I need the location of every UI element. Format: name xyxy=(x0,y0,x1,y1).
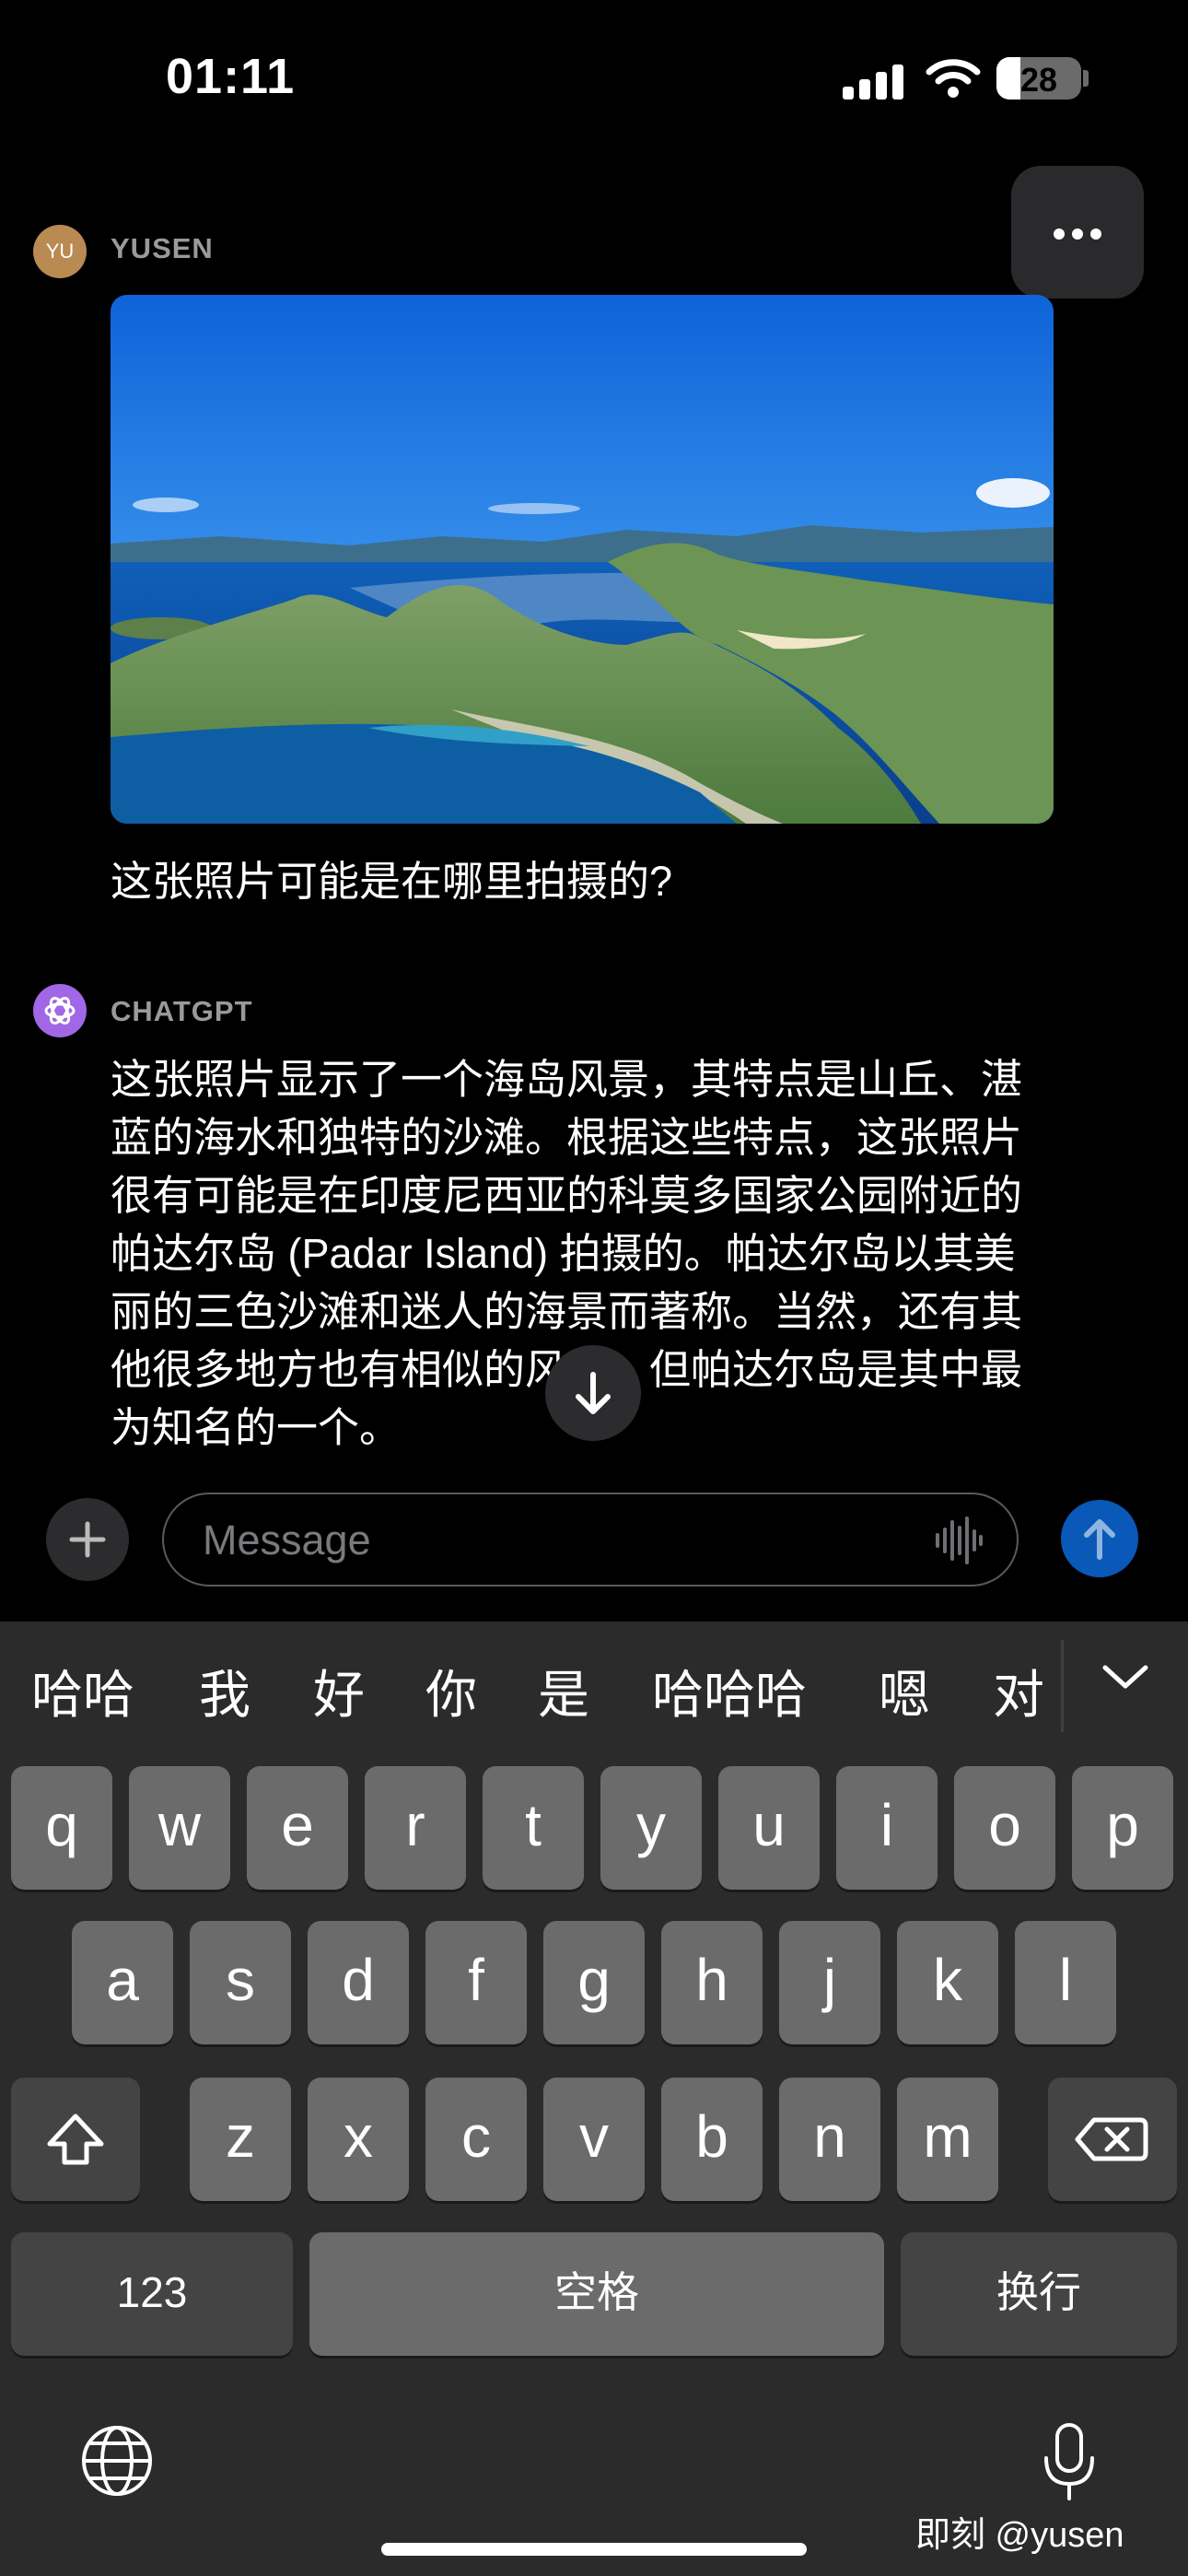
more-icon-dot xyxy=(1090,228,1101,240)
more-options-button[interactable] xyxy=(1011,166,1144,299)
assistant-message-line: 帕达尔岛 (Padar Island) 拍摄的。帕达尔岛以其美 xyxy=(111,1230,1016,1277)
candidate-word[interactable]: 嗯 xyxy=(879,1654,930,1728)
key-u[interactable]: u xyxy=(718,1766,820,1890)
key-h[interactable]: h xyxy=(661,1921,763,2044)
arrow-down-icon xyxy=(576,1372,611,1414)
key-s[interactable]: s xyxy=(190,1921,291,2044)
delete-key[interactable] xyxy=(1048,2078,1177,2201)
key-o[interactable]: o xyxy=(954,1766,1055,1890)
candidate-word[interactable]: 是 xyxy=(538,1654,589,1728)
message-input[interactable] xyxy=(201,1494,923,1587)
key-v[interactable]: v xyxy=(543,2078,645,2201)
wifi-icon xyxy=(926,59,981,98)
key-p[interactable]: p xyxy=(1072,1766,1173,1890)
status-time: 01:11 xyxy=(166,49,296,104)
mic-icon[interactable] xyxy=(1041,2421,1098,2502)
keyboard: 哈哈 我 好 你 是 哈哈哈 嗯 对 q w e r t y u i o p a… xyxy=(0,1622,1188,2576)
scroll-to-bottom-button[interactable] xyxy=(545,1345,641,1441)
waveform-icon[interactable] xyxy=(932,1515,984,1566)
user-avatar: YU xyxy=(33,225,87,278)
chevron-down-icon[interactable] xyxy=(1098,1658,1153,1695)
key-g[interactable]: g xyxy=(543,1921,645,2044)
assistant-message-line: 蓝的海水和独特的沙滩。根据这些特点，这张照片 xyxy=(111,1114,1023,1161)
space-key[interactable]: 空格 xyxy=(309,2232,884,2356)
delete-icon xyxy=(1075,2117,1148,2161)
key-l[interactable]: l xyxy=(1015,1921,1116,2044)
key-q[interactable]: q xyxy=(11,1766,112,1890)
candidate-word[interactable]: 对 xyxy=(993,1654,1044,1728)
assistant-message-line: 很有可能是在印度尼西亚的科莫多国家公园附近的 xyxy=(111,1172,1023,1219)
send-button[interactable] xyxy=(1061,1500,1138,1577)
message-composer[interactable] xyxy=(162,1493,1019,1587)
candidate-word[interactable]: 哈哈哈 xyxy=(652,1654,807,1728)
key-r[interactable]: r xyxy=(365,1766,466,1890)
openai-logo-icon xyxy=(33,984,87,1037)
key-e[interactable]: e xyxy=(247,1766,348,1890)
key-w[interactable]: w xyxy=(129,1766,230,1890)
candidate-word[interactable]: 你 xyxy=(425,1654,477,1728)
island-photo[interactable] xyxy=(111,295,1054,824)
assistant-message-line: 丽的三色沙滩和迷人的海景而著称。当然，还有其 xyxy=(111,1288,1023,1335)
arrow-up-icon xyxy=(1084,1519,1115,1560)
add-attachment-button[interactable] xyxy=(46,1498,129,1581)
key-z[interactable]: z xyxy=(190,2078,291,2201)
key-x[interactable]: x xyxy=(308,2078,409,2201)
shift-icon xyxy=(47,2113,104,2165)
key-y[interactable]: y xyxy=(600,1766,702,1890)
key-j[interactable]: j xyxy=(779,1921,880,2044)
key-m[interactable]: m xyxy=(897,2078,998,2201)
key-c[interactable]: c xyxy=(425,2078,527,2201)
battery-tip xyxy=(1083,70,1089,87)
island-photo-image xyxy=(111,295,1054,824)
assistant-message-line: 这张照片显示了一个海岛风景，其特点是山丘、湛 xyxy=(111,1056,1023,1103)
signal-icon xyxy=(843,64,903,100)
more-icon-dot xyxy=(1072,228,1083,240)
shift-key[interactable] xyxy=(11,2078,140,2201)
watermark: 即刻 @yusen xyxy=(915,2516,1124,2555)
user-name: YUSEN xyxy=(111,232,214,264)
battery-icon: 28 xyxy=(996,57,1081,100)
key-d[interactable]: d xyxy=(308,1921,409,2044)
key-t[interactable]: t xyxy=(483,1766,584,1890)
numbers-key[interactable]: 123 xyxy=(11,2232,293,2356)
candidate-word[interactable]: 我 xyxy=(199,1654,250,1728)
key-k[interactable]: k xyxy=(897,1921,998,2044)
candidate-word[interactable]: 哈哈 xyxy=(31,1654,134,1728)
key-n[interactable]: n xyxy=(779,2078,880,2201)
key-f[interactable]: f xyxy=(425,1921,527,2044)
return-key[interactable]: 换行 xyxy=(901,2232,1177,2356)
home-indicator[interactable] xyxy=(381,2543,807,2556)
plus-icon xyxy=(69,1521,106,1558)
user-message: 这张照片可能是在哪里拍摄的? xyxy=(111,858,673,905)
battery-level: 28 xyxy=(1019,61,1058,99)
key-i[interactable]: i xyxy=(836,1766,938,1890)
candidate-divider xyxy=(1061,1640,1064,1732)
assistant-name: CHATGPT xyxy=(111,995,253,1027)
key-b[interactable]: b xyxy=(661,2078,763,2201)
key-a[interactable]: a xyxy=(72,1921,173,2044)
globe-icon[interactable] xyxy=(79,2423,155,2499)
more-icon xyxy=(1054,228,1065,240)
candidate-word[interactable]: 好 xyxy=(313,1654,365,1728)
